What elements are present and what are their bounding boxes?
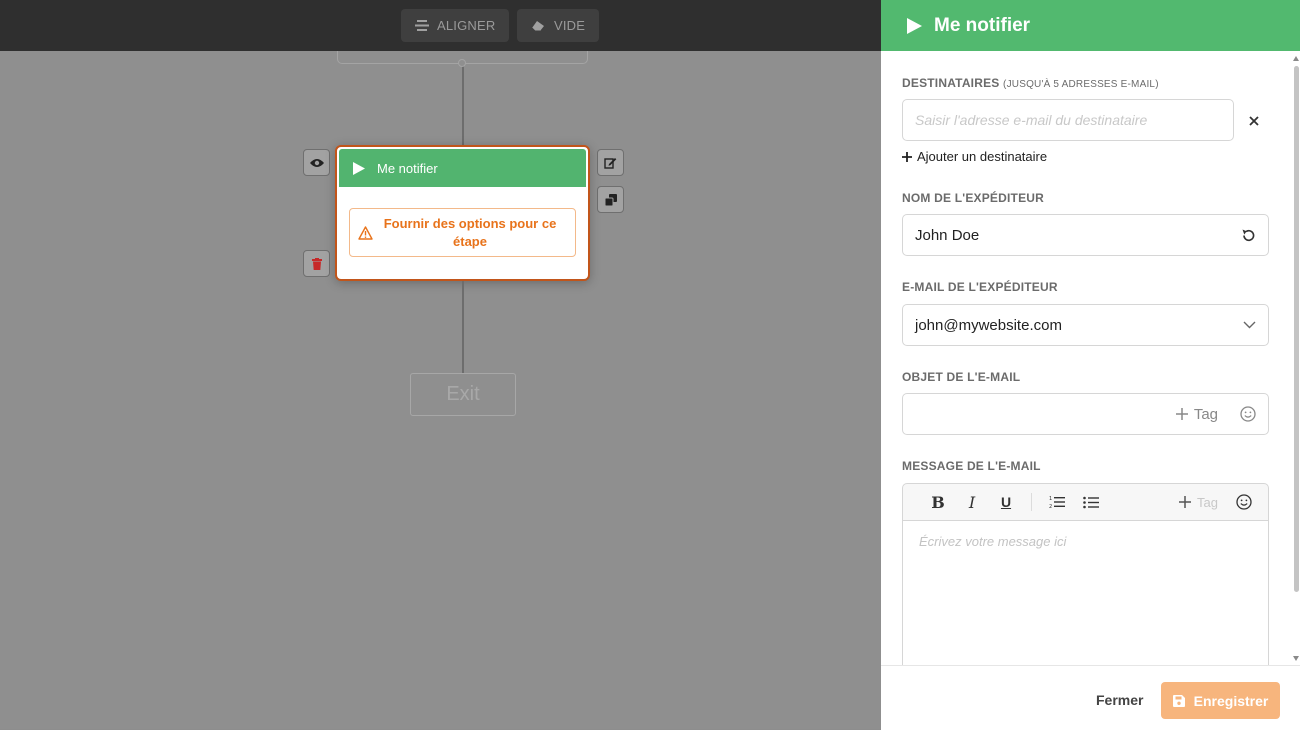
remove-recipient-button[interactable] xyxy=(1249,113,1259,131)
sender-email-label: E-MAIL DE L'EXPÉDITEUR xyxy=(902,280,1058,294)
preview-button[interactable] xyxy=(303,149,330,176)
toolbar-divider xyxy=(1031,493,1032,511)
exit-node[interactable]: Exit xyxy=(410,373,516,416)
canvas-toolbar: ALIGNER VIDE xyxy=(0,0,881,51)
panel-scroll-thumb[interactable] xyxy=(1294,66,1299,592)
editor-toolbar: B I U 12 Tag xyxy=(902,483,1269,521)
sender-email-select[interactable]: john@mywebsite.com xyxy=(902,304,1269,346)
panel-header: Me notifier xyxy=(881,0,1300,51)
bullet-list-button[interactable] xyxy=(1074,487,1108,517)
node-warning-text: Fournir des options pour ce étape xyxy=(383,215,557,249)
duplicate-button[interactable] xyxy=(597,186,624,213)
align-button-label: ALIGNER xyxy=(437,18,496,33)
sender-name-label: NOM DE L'EXPÉDITEUR xyxy=(902,191,1044,205)
message-editor[interactable]: Écrivez votre message ici xyxy=(902,520,1269,665)
subject-input[interactable]: Tag xyxy=(902,393,1269,435)
panel-body: DESTINATAIRES (JUSQU'À 5 ADRESSES E-MAIL… xyxy=(881,51,1289,665)
bullet-list-icon xyxy=(1083,496,1099,508)
panel-title: Me notifier xyxy=(934,14,1031,36)
message-label: MESSAGE DE L'E-MAIL xyxy=(902,459,1041,473)
panel-footer: Fermer Enregistrer xyxy=(881,665,1300,730)
add-recipient-link[interactable]: Ajouter un destinataire xyxy=(902,149,1047,164)
floppy-disk-icon xyxy=(1172,694,1185,707)
chevron-down-icon xyxy=(1243,321,1256,329)
copy-icon xyxy=(604,193,617,206)
message-placeholder: Écrivez votre message ici xyxy=(919,534,1067,549)
close-icon xyxy=(1249,116,1259,126)
emoji-icon[interactable] xyxy=(1240,406,1256,422)
message-tag-label: Tag xyxy=(1197,494,1218,510)
connector-line-lower xyxy=(462,281,464,373)
edit-icon xyxy=(604,158,617,169)
plus-icon xyxy=(1179,496,1192,508)
eye-icon xyxy=(309,158,324,167)
close-button[interactable]: Fermer xyxy=(1096,692,1143,708)
recipients-label: DESTINATAIRES (JUSQU'À 5 ADRESSES E-MAIL… xyxy=(902,76,1159,90)
clear-button[interactable]: VIDE xyxy=(517,9,600,42)
connector-dot[interactable] xyxy=(458,59,466,67)
node-warning: Fournir des options pour ce étape xyxy=(349,208,576,257)
workflow-canvas[interactable]: Me notifier Fournir des options pour ce … xyxy=(0,51,881,729)
reset-icon[interactable] xyxy=(1241,228,1256,243)
svg-text:2: 2 xyxy=(1049,504,1052,509)
warning-icon xyxy=(358,225,373,240)
scroll-down-icon[interactable] xyxy=(1293,656,1299,661)
trash-icon xyxy=(311,257,322,270)
eraser-icon xyxy=(531,20,544,31)
save-button-label: Enregistrer xyxy=(1193,692,1269,709)
notify-node[interactable]: Me notifier Fournir des options pour ce … xyxy=(335,145,590,281)
align-button[interactable]: ALIGNER xyxy=(401,9,510,42)
recipients-label-text: DESTINATAIRES xyxy=(902,76,1000,90)
align-icon xyxy=(415,20,429,31)
play-icon xyxy=(907,17,922,34)
play-icon xyxy=(353,161,365,175)
sender-name-field[interactable]: John Doe xyxy=(902,214,1269,256)
delete-button[interactable] xyxy=(303,250,330,277)
subject-label: OBJET DE L'E-MAIL xyxy=(902,370,1021,384)
ordered-list-icon: 12 xyxy=(1049,496,1065,509)
italic-button[interactable]: I xyxy=(955,487,989,517)
recipient-placeholder: Saisir l'adresse e-mail du destinataire xyxy=(915,112,1148,128)
sender-email-value: john@mywebsite.com xyxy=(915,316,1062,334)
underline-button[interactable]: U xyxy=(989,487,1023,517)
save-button[interactable]: Enregistrer xyxy=(1161,682,1280,719)
connector-line xyxy=(462,65,464,145)
edit-button[interactable] xyxy=(597,149,624,176)
plus-icon xyxy=(902,151,912,162)
recipients-sublabel: (JUSQU'À 5 ADRESSES E-MAIL) xyxy=(1003,79,1159,90)
subject-tag-button[interactable]: Tag xyxy=(1175,405,1218,423)
exit-label: Exit xyxy=(446,383,480,405)
sender-name-value: John Doe xyxy=(915,226,980,244)
message-tag-button[interactable]: Tag xyxy=(1179,495,1218,510)
plus-icon xyxy=(1175,408,1188,420)
ordered-list-button[interactable]: 12 xyxy=(1040,487,1074,517)
emoji-icon[interactable] xyxy=(1236,494,1252,510)
node-header: Me notifier xyxy=(339,149,586,187)
scroll-up-icon[interactable] xyxy=(1293,56,1299,61)
step-settings-panel: Me notifier DESTINATAIRES (JUSQU'À 5 ADR… xyxy=(881,0,1300,730)
bold-button[interactable]: B xyxy=(921,487,955,517)
subject-tag-label: Tag xyxy=(1193,405,1218,423)
recipient-email-input[interactable]: Saisir l'adresse e-mail du destinataire xyxy=(902,99,1234,141)
add-recipient-label: Ajouter un destinataire xyxy=(917,149,1048,164)
svg-text:1: 1 xyxy=(1049,496,1052,502)
node-title: Me notifier xyxy=(377,160,438,176)
clear-button-label: VIDE xyxy=(554,18,586,33)
